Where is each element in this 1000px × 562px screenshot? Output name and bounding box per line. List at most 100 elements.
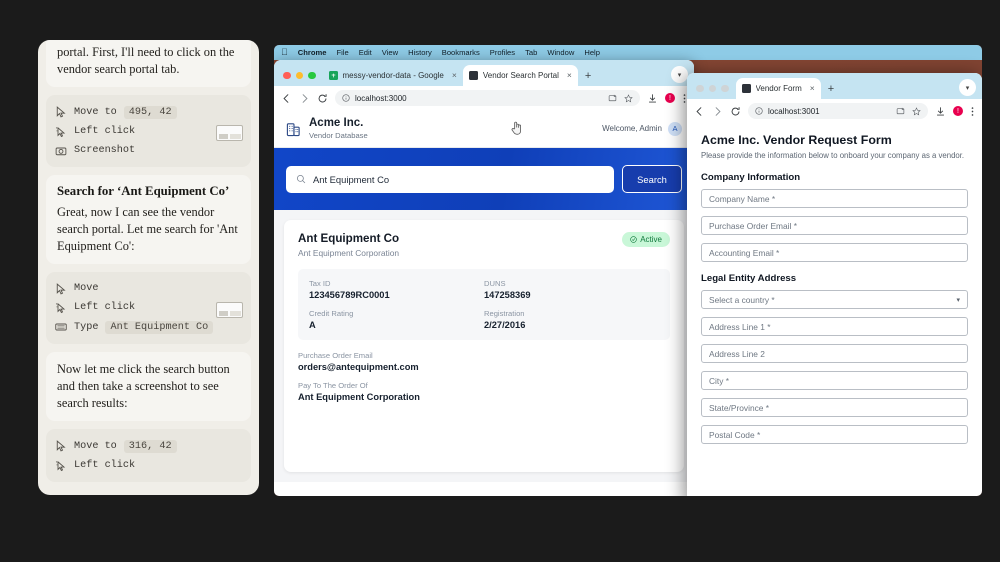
action-row: Screenshot bbox=[55, 125, 243, 160]
forward-icon[interactable] bbox=[299, 93, 310, 104]
bookmark-star-icon[interactable] bbox=[912, 106, 921, 116]
menu-item-edit[interactable]: Edit bbox=[359, 48, 372, 57]
transcript-message: Search for ‘Ant Equipment Co’ Great, now… bbox=[46, 175, 251, 264]
menu-item-file[interactable]: File bbox=[336, 48, 348, 57]
vendor-detail-grid: Tax ID 123456789RC0001 DUNS 147258369 Cr… bbox=[298, 269, 670, 340]
transcript-message-text: Now let me click the search button and t… bbox=[57, 362, 230, 410]
action-label: Left click bbox=[74, 126, 136, 137]
action-label: Move to bbox=[74, 440, 117, 452]
close-tab-button[interactable]: × bbox=[567, 71, 572, 80]
country-select[interactable]: Select a country * ▾ bbox=[701, 290, 968, 310]
portal-icon bbox=[468, 71, 478, 80]
macos-menu-bar:  Chrome File Edit View History Bookmark… bbox=[274, 45, 982, 60]
keyboard-icon bbox=[55, 323, 67, 331]
action-row: Type Ant Equipment Co bbox=[55, 302, 243, 337]
screenshot-thumbnail[interactable] bbox=[216, 302, 243, 318]
profile-icon[interactable]: ! bbox=[953, 106, 963, 116]
action-chip: 316, 42 bbox=[123, 439, 177, 453]
menu-item-view[interactable]: View bbox=[382, 48, 398, 57]
transcript-message-text: Great, now I can see the vendor search p… bbox=[57, 205, 238, 253]
chrome-menu-icon[interactable] bbox=[970, 106, 975, 117]
back-icon[interactable] bbox=[281, 93, 292, 104]
result-header: Ant Equipment Co Ant Equipment Corporati… bbox=[298, 232, 670, 258]
search-button[interactable]: Search bbox=[622, 165, 682, 193]
field-value: 123456789RC0001 bbox=[309, 290, 390, 300]
search-icon bbox=[296, 174, 306, 184]
tab-search-chevron-down-icon[interactable]: ▾ bbox=[671, 66, 688, 83]
menu-item-chrome[interactable]: Chrome bbox=[298, 48, 327, 57]
download-icon[interactable] bbox=[935, 106, 946, 117]
purchase-order-email-field[interactable]: Purchase Order Email * bbox=[701, 216, 968, 236]
menu-item-help[interactable]: Help bbox=[584, 48, 600, 57]
menu-item-history[interactable]: History bbox=[408, 48, 432, 57]
menu-item-window[interactable]: Window bbox=[547, 48, 574, 57]
building-icon bbox=[286, 122, 300, 136]
action-chip: 495, 42 bbox=[123, 105, 177, 119]
transcript-message-text: portal. First, I'll need to click on the… bbox=[57, 45, 235, 76]
vendor-result-card: Ant Equipment Co Ant Equipment Corporati… bbox=[284, 220, 684, 472]
new-tab-button[interactable]: + bbox=[821, 84, 841, 99]
close-tab-button[interactable]: × bbox=[452, 71, 457, 80]
company-name-field[interactable]: Company Name * bbox=[701, 189, 968, 209]
minimize-window-button[interactable] bbox=[295, 71, 303, 79]
screenshot-thumbnail[interactable] bbox=[216, 125, 243, 141]
state-province-field[interactable]: State/Province * bbox=[701, 398, 968, 418]
status-badge: Active bbox=[622, 232, 670, 247]
avatar[interactable]: A bbox=[668, 121, 682, 136]
address-bar-url: localhost:3000 bbox=[355, 93, 407, 103]
address-bar[interactable]: localhost:3001 bbox=[748, 103, 928, 119]
new-tab-button[interactable]: + bbox=[578, 71, 598, 86]
close-window-button[interactable] bbox=[696, 84, 704, 92]
menu-item-profiles[interactable]: Profiles bbox=[490, 48, 515, 57]
google-sheets-icon bbox=[328, 71, 338, 80]
search-results: Ant Equipment Co Ant Equipment Corporati… bbox=[274, 210, 694, 482]
address-line-1-field[interactable]: Address Line 1 * bbox=[701, 317, 968, 337]
action-row: Move to 495, 42 bbox=[55, 102, 242, 122]
form-section-heading-address: Legal Entity Address bbox=[701, 273, 797, 285]
tab-search-chevron-down-icon[interactable]: ▾ bbox=[959, 79, 976, 96]
profile-icon[interactable]: ! bbox=[665, 93, 675, 103]
city-field[interactable]: City * bbox=[701, 371, 968, 391]
action-chip: Ant Equipment Co bbox=[105, 320, 214, 334]
download-icon[interactable] bbox=[647, 93, 658, 104]
transcript-message: portal. First, I'll need to click on the… bbox=[46, 40, 251, 87]
action-label: Move to bbox=[74, 106, 117, 118]
search-input[interactable]: Ant Equipment Co bbox=[286, 165, 614, 193]
minimize-window-button[interactable] bbox=[708, 84, 716, 92]
close-tab-button[interactable]: × bbox=[810, 84, 815, 93]
transcript-action-group: Move to 495, 42 Left click Screenshot bbox=[46, 95, 251, 167]
tab-vendor-search-portal[interactable]: Vendor Search Portal × bbox=[462, 65, 578, 86]
cast-icon[interactable] bbox=[608, 94, 617, 103]
omnibox-actions bbox=[896, 106, 921, 116]
cursor-click-icon bbox=[55, 460, 66, 471]
reload-icon[interactable] bbox=[317, 93, 328, 104]
tab-vendor-form[interactable]: Vendor Form × bbox=[735, 78, 821, 99]
maximize-window-button[interactable] bbox=[308, 71, 316, 79]
postal-code-field[interactable]: Postal Code * bbox=[701, 425, 968, 445]
back-icon[interactable] bbox=[694, 106, 705, 117]
action-row: Left click bbox=[55, 122, 242, 141]
reload-icon[interactable] bbox=[730, 106, 741, 117]
accounting-email-field[interactable]: Accounting Email * bbox=[701, 243, 968, 263]
address-bar[interactable]: localhost:3000 bbox=[335, 90, 640, 106]
cursor-click-icon bbox=[55, 302, 66, 313]
transcript-message-title: Search for ‘Ant Equipment Co’ bbox=[57, 184, 230, 198]
maximize-window-button[interactable] bbox=[721, 84, 729, 92]
address-line-2-field[interactable]: Address Line 2 bbox=[701, 344, 968, 364]
tab-label: Vendor Form bbox=[755, 84, 802, 93]
forward-icon[interactable] bbox=[712, 106, 723, 117]
transcript-action-group: Move to 316, 42 Left click bbox=[46, 429, 251, 482]
apple-logo-icon[interactable]:  bbox=[281, 48, 288, 57]
action-row: Left click bbox=[55, 298, 242, 317]
bookmark-star-icon[interactable] bbox=[624, 93, 633, 103]
action-label: Left click bbox=[74, 460, 136, 471]
close-window-button[interactable] bbox=[283, 71, 291, 79]
tab-label: Vendor Search Portal bbox=[482, 71, 559, 80]
menu-item-tab[interactable]: Tab bbox=[525, 48, 537, 57]
cast-icon[interactable] bbox=[896, 107, 905, 116]
welcome-text: Welcome, Admin bbox=[602, 124, 662, 133]
menu-item-bookmarks[interactable]: Bookmarks bbox=[442, 48, 480, 57]
window-controls bbox=[278, 71, 323, 87]
tab-messy-vendor-data[interactable]: messy-vendor-data - Google × bbox=[323, 65, 463, 86]
agent-transcript-panel: portal. First, I'll need to click on the… bbox=[38, 40, 259, 495]
